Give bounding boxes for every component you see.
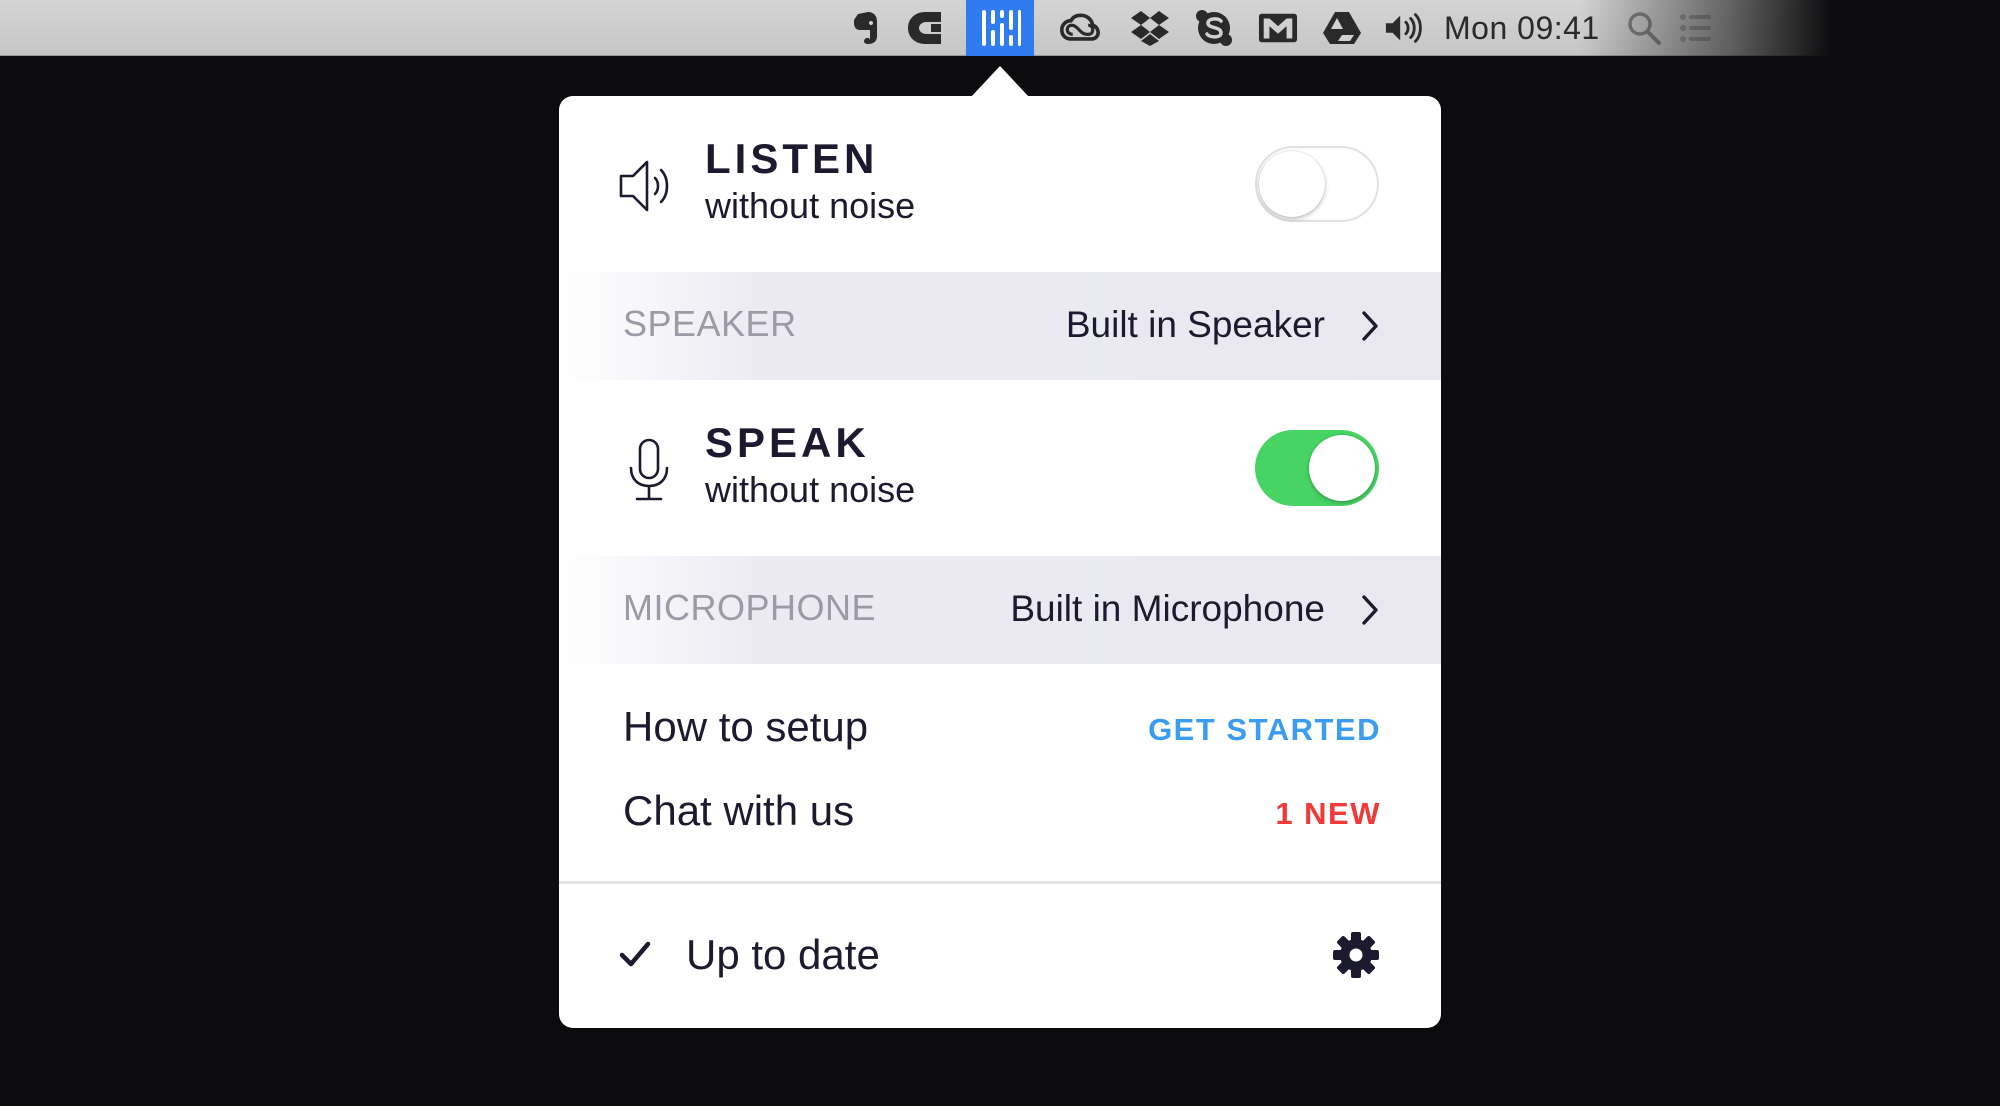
speak-title: SPEAK (705, 419, 870, 466)
volume-icon[interactable] (1384, 8, 1424, 48)
new-messages-badge[interactable]: 1 NEW (1275, 798, 1381, 829)
popover-footer: Up to date (559, 884, 1441, 1028)
chat-with-us-row: Chat with us 1 NEW (559, 770, 1441, 854)
speak-section: SPEAK without noise (559, 380, 1441, 556)
checkmark-icon (619, 941, 651, 967)
evernote-icon[interactable] (846, 8, 886, 48)
speaker-label: SPEAKER (623, 303, 797, 344)
speaker-device-row[interactable]: SPEAKER Built in Speaker (559, 272, 1441, 380)
get-started-link[interactable]: GET STARTED (1148, 714, 1381, 745)
skype-icon[interactable] (1194, 8, 1234, 48)
notification-center-icon[interactable] (1676, 8, 1716, 48)
krisp-icon[interactable] (966, 0, 1034, 56)
spotlight-icon[interactable] (1624, 8, 1664, 48)
speaker-value: Built in Speaker (1065, 304, 1325, 345)
creative-cloud-icon[interactable] (1060, 8, 1100, 48)
speak-subtitle: without noise (705, 469, 916, 510)
speak-toggle[interactable] (1255, 430, 1379, 506)
how-to-setup-label: How to setup (623, 703, 869, 750)
microphone-device-row[interactable]: MICROPHONE Built in Microphone (559, 556, 1441, 664)
dropbox-icon[interactable] (1130, 8, 1170, 48)
microphone-icon (629, 438, 669, 501)
chevron-right-icon (1362, 311, 1378, 341)
listen-section: LISTEN without noise (559, 96, 1441, 272)
popover-arrow (970, 66, 1030, 98)
microphone-value: Built in Microphone (1010, 588, 1325, 629)
listen-toggle[interactable] (1255, 146, 1379, 222)
how-to-setup-row: How to setup GET STARTED (559, 686, 1441, 770)
c-app-icon[interactable] (904, 8, 944, 48)
menu-bar: Mon 09:41 (0, 0, 2000, 56)
microphone-label: MICROPHONE (623, 587, 877, 628)
speaker-icon (619, 160, 669, 212)
menubar-clock[interactable]: Mon 09:41 (1444, 10, 1600, 47)
listen-title: LISTEN (705, 135, 879, 182)
krisp-popover: LISTEN without noise SPEAKER Built in Sp… (559, 96, 1441, 1028)
chevron-right-icon (1362, 595, 1378, 625)
speak-toggle-knob (1309, 435, 1375, 501)
listen-toggle-knob (1259, 151, 1325, 217)
listen-subtitle: without noise (705, 185, 916, 226)
chat-with-us-label: Chat with us (623, 787, 855, 834)
google-drive-icon[interactable] (1322, 8, 1362, 48)
update-status: Up to date (686, 931, 880, 978)
gear-icon[interactable] (1331, 930, 1381, 980)
mail-icon[interactable] (1258, 8, 1298, 48)
